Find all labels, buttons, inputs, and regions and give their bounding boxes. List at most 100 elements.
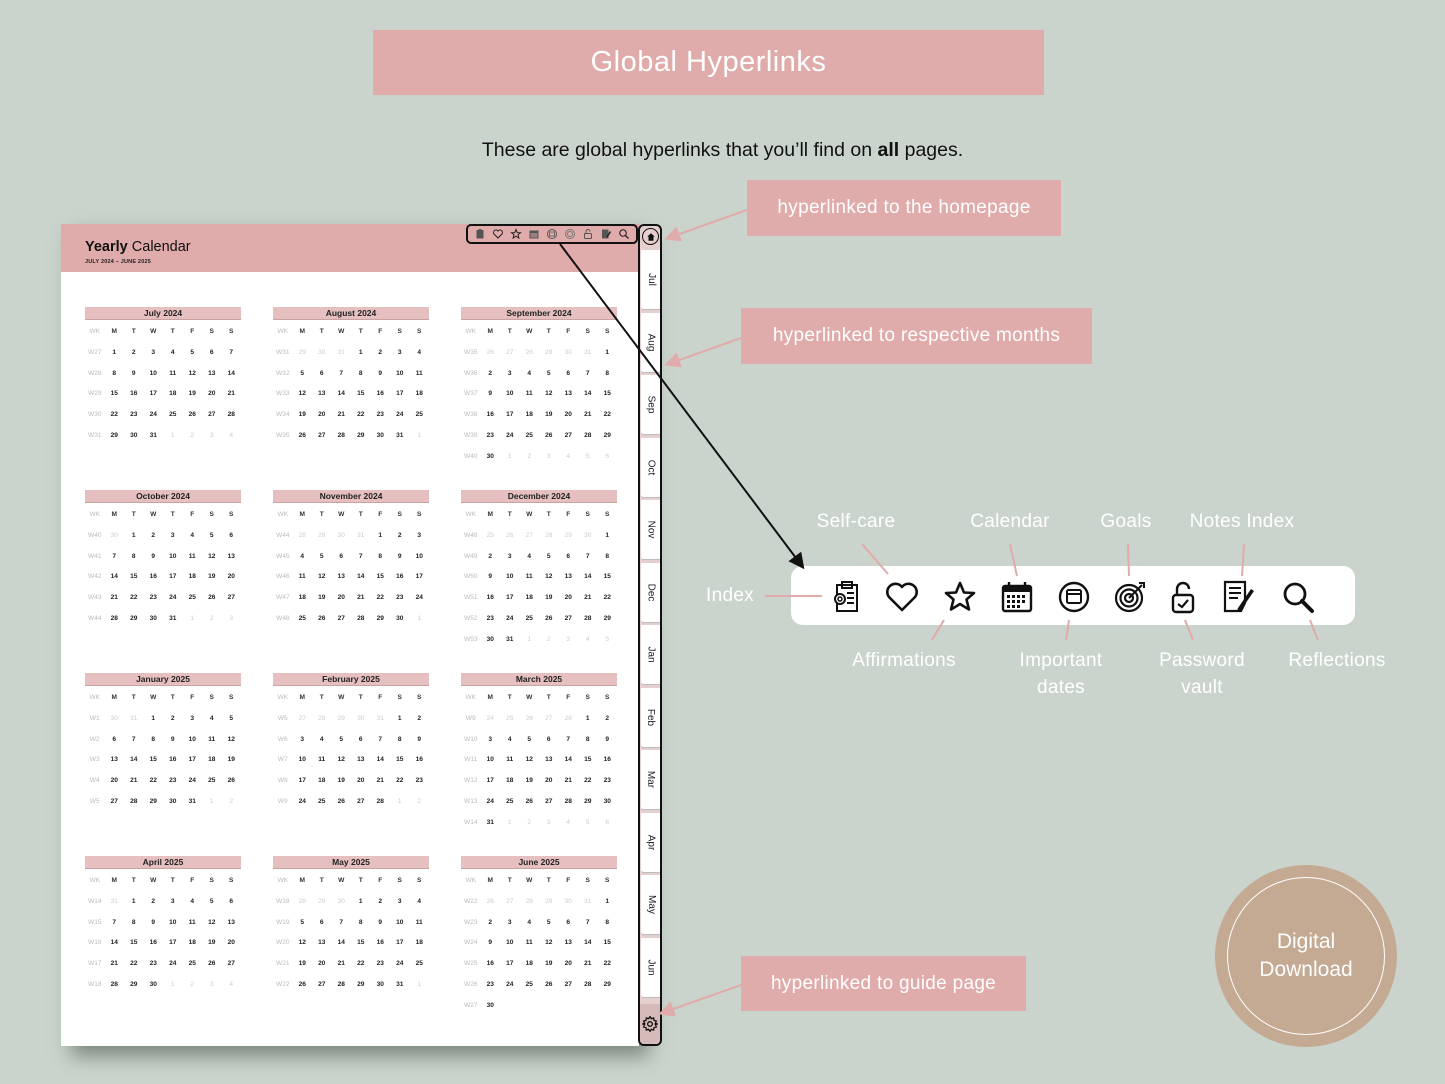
day-cell[interactable]: 8 <box>351 913 371 934</box>
day-cell[interactable]: 4 <box>183 892 203 913</box>
notes-index-icon[interactable] <box>1219 578 1257 616</box>
day-cell[interactable]: 16 <box>481 954 501 975</box>
day-cell[interactable]: 2 <box>144 892 164 913</box>
day-cell[interactable]: 3 <box>144 343 164 364</box>
password-vault-icon[interactable] <box>1164 578 1202 616</box>
day-cell[interactable]: 14 <box>559 750 579 771</box>
day-cell[interactable]: 11 <box>520 384 540 405</box>
day-cell[interactable]: 16 <box>481 405 501 426</box>
day-cell[interactable]: 4 <box>520 547 540 568</box>
day-cell[interactable]: 13 <box>202 364 222 385</box>
calendar-icon[interactable] <box>998 578 1036 616</box>
day-cell[interactable]: 26 <box>539 609 559 630</box>
day-cell[interactable]: 9 <box>371 913 391 934</box>
day-cell[interactable]: 13 <box>559 933 579 954</box>
day-cell[interactable]: 15 <box>105 384 125 405</box>
day-cell[interactable]: 1 <box>371 526 391 547</box>
tab-mar[interactable]: Mar <box>641 750 660 810</box>
day-cell[interactable]: 24 <box>163 954 183 975</box>
day-cell[interactable]: 22 <box>144 771 164 792</box>
day-cell[interactable]: 12 <box>293 933 313 954</box>
day-cell[interactable]: 23 <box>163 771 183 792</box>
day-cell[interactable]: 23 <box>481 975 501 996</box>
notes-index-icon[interactable] <box>600 228 613 241</box>
day-cell[interactable]: 30 <box>481 447 501 468</box>
day-cell[interactable]: 9 <box>481 384 501 405</box>
day-cell[interactable]: 13 <box>312 384 332 405</box>
day-cell[interactable]: 15 <box>351 384 371 405</box>
day-cell[interactable]: 18 <box>410 933 430 954</box>
day-cell[interactable]: 24 <box>390 405 410 426</box>
day-cell[interactable]: 29 <box>144 792 164 813</box>
day-cell[interactable]: 22 <box>351 954 371 975</box>
day-cell[interactable]: 14 <box>578 933 598 954</box>
day-cell[interactable]: 13 <box>559 384 579 405</box>
day-cell[interactable]: 10 <box>500 567 520 588</box>
day-cell[interactable]: 9 <box>481 933 501 954</box>
day-cell[interactable]: 15 <box>371 567 391 588</box>
day-cell[interactable]: 1 <box>351 892 371 913</box>
day-cell[interactable]: 28 <box>124 792 144 813</box>
day-cell[interactable]: 4 <box>500 730 520 751</box>
day-cell[interactable]: 12 <box>183 364 203 385</box>
day-cell[interactable]: 21 <box>222 384 242 405</box>
day-cell[interactable]: 28 <box>559 792 579 813</box>
day-cell[interactable]: 5 <box>332 730 352 751</box>
day-cell[interactable]: 10 <box>500 384 520 405</box>
day-cell[interactable]: 19 <box>539 954 559 975</box>
day-cell[interactable]: 1 <box>598 526 618 547</box>
day-cell[interactable]: 27 <box>539 792 559 813</box>
day-cell[interactable]: 19 <box>183 384 203 405</box>
day-cell[interactable]: 19 <box>539 405 559 426</box>
day-cell[interactable]: 24 <box>500 609 520 630</box>
day-cell[interactable]: 11 <box>163 364 183 385</box>
day-cell[interactable]: 25 <box>520 609 540 630</box>
day-cell[interactable]: 9 <box>163 730 183 751</box>
day-cell[interactable]: 18 <box>520 954 540 975</box>
day-cell[interactable]: 25 <box>410 954 430 975</box>
day-cell[interactable]: 23 <box>371 405 391 426</box>
day-cell[interactable]: 21 <box>332 405 352 426</box>
day-cell[interactable]: 20 <box>312 954 332 975</box>
day-cell[interactable]: 17 <box>390 384 410 405</box>
day-cell[interactable]: 24 <box>500 975 520 996</box>
day-cell[interactable]: 22 <box>351 405 371 426</box>
day-cell[interactable]: 11 <box>410 364 430 385</box>
day-cell[interactable]: 28 <box>222 405 242 426</box>
day-cell[interactable]: 3 <box>500 547 520 568</box>
day-cell[interactable]: 26 <box>202 954 222 975</box>
day-cell[interactable]: 12 <box>539 933 559 954</box>
day-cell[interactable]: 9 <box>390 547 410 568</box>
day-cell[interactable]: 26 <box>520 792 540 813</box>
day-cell[interactable]: 10 <box>390 913 410 934</box>
day-cell[interactable]: 19 <box>520 771 540 792</box>
day-cell[interactable]: 13 <box>312 933 332 954</box>
day-cell[interactable]: 20 <box>312 405 332 426</box>
day-cell[interactable]: 25 <box>410 405 430 426</box>
day-cell[interactable]: 27 <box>559 975 579 996</box>
day-cell[interactable]: 12 <box>202 547 222 568</box>
day-cell[interactable]: 25 <box>183 954 203 975</box>
day-cell[interactable]: 20 <box>222 567 242 588</box>
day-cell[interactable]: 12 <box>520 750 540 771</box>
day-cell[interactable]: 17 <box>163 933 183 954</box>
day-cell[interactable]: 19 <box>202 567 222 588</box>
day-cell[interactable]: 20 <box>222 933 242 954</box>
day-cell[interactable]: 14 <box>371 750 391 771</box>
day-cell[interactable]: 16 <box>163 750 183 771</box>
day-cell[interactable]: 12 <box>293 384 313 405</box>
star-icon[interactable] <box>941 578 979 616</box>
day-cell[interactable]: 5 <box>222 709 242 730</box>
day-cell[interactable]: 4 <box>312 730 332 751</box>
tab-oct[interactable]: Oct <box>641 437 660 498</box>
day-cell[interactable]: 7 <box>105 913 125 934</box>
index-icon[interactable] <box>827 578 865 616</box>
day-cell[interactable]: 7 <box>332 364 352 385</box>
day-cell[interactable]: 8 <box>598 913 618 934</box>
day-cell[interactable]: 5 <box>183 343 203 364</box>
day-cell[interactable]: 12 <box>332 750 352 771</box>
day-cell[interactable]: 21 <box>578 954 598 975</box>
day-cell[interactable]: 11 <box>202 730 222 751</box>
day-cell[interactable]: 26 <box>183 405 203 426</box>
day-cell[interactable]: 13 <box>105 750 125 771</box>
